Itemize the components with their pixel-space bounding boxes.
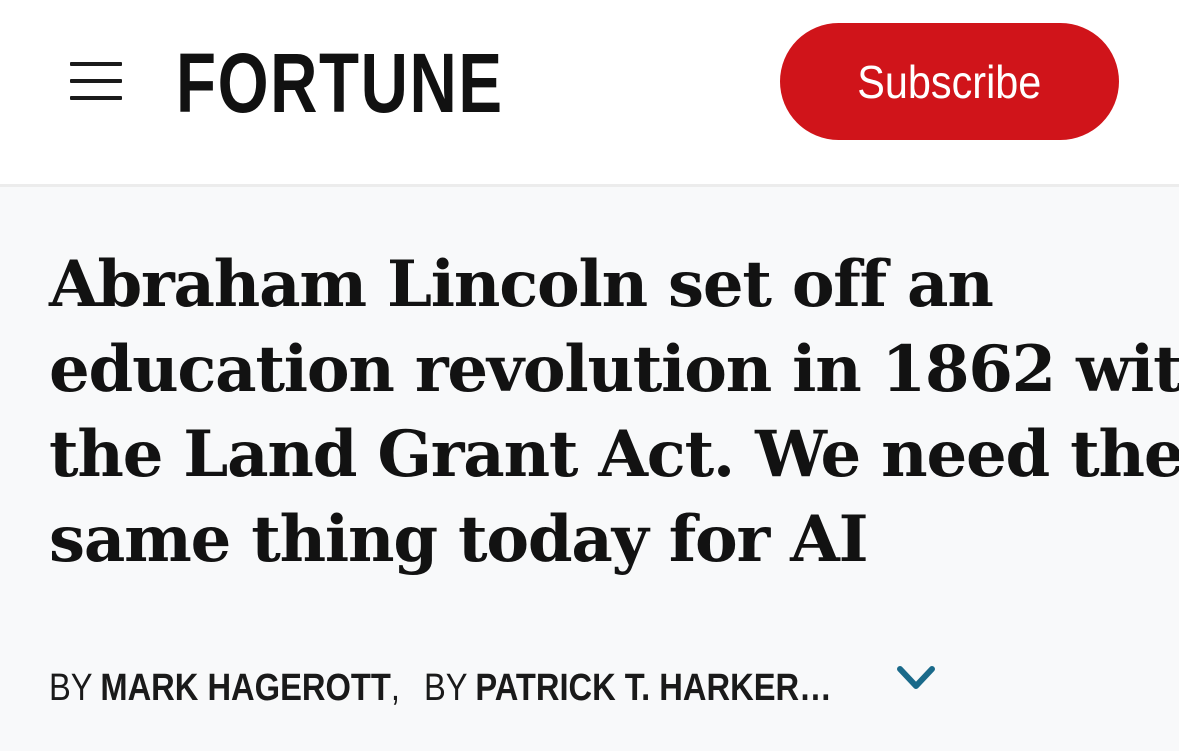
headline-line: the Land Grant Act. We need the	[49, 417, 1179, 492]
byline-separator: ,	[390, 666, 400, 709]
chevron-down-icon[interactable]	[890, 657, 942, 701]
hamburger-menu-icon[interactable]	[66, 58, 126, 104]
byline-prefix: BY	[49, 666, 93, 709]
headline-line: education revolution in 1862 with	[49, 332, 1179, 407]
headline-line: Abraham Lincoln set off an	[49, 247, 994, 322]
byline-prefix: BY	[423, 666, 468, 709]
chevron-down-icon-svg	[897, 666, 935, 689]
site-header: FORTUNE Subscribe	[0, 0, 1179, 187]
subscribe-button[interactable]: Subscribe	[780, 23, 1119, 140]
menu-line	[70, 62, 122, 66]
menu-line	[70, 79, 122, 83]
author-link-patrick-harker[interactable]: PATRICK T. HARKER…	[475, 667, 831, 710]
author-link-mark-hagerott[interactable]: MARK HAGEROTT	[100, 667, 390, 710]
subscribe-label: Subscribe	[857, 55, 1042, 108]
menu-line	[70, 96, 122, 100]
article-headline: Abraham Lincoln set off an education rev…	[49, 242, 1179, 582]
fortune-logo[interactable]: FORTUNE	[176, 40, 504, 126]
article-byline: BY MARK HAGEROTT , BY PATRICK T. HARKER…	[49, 660, 832, 716]
headline-line: same thing today for AI	[49, 502, 869, 577]
